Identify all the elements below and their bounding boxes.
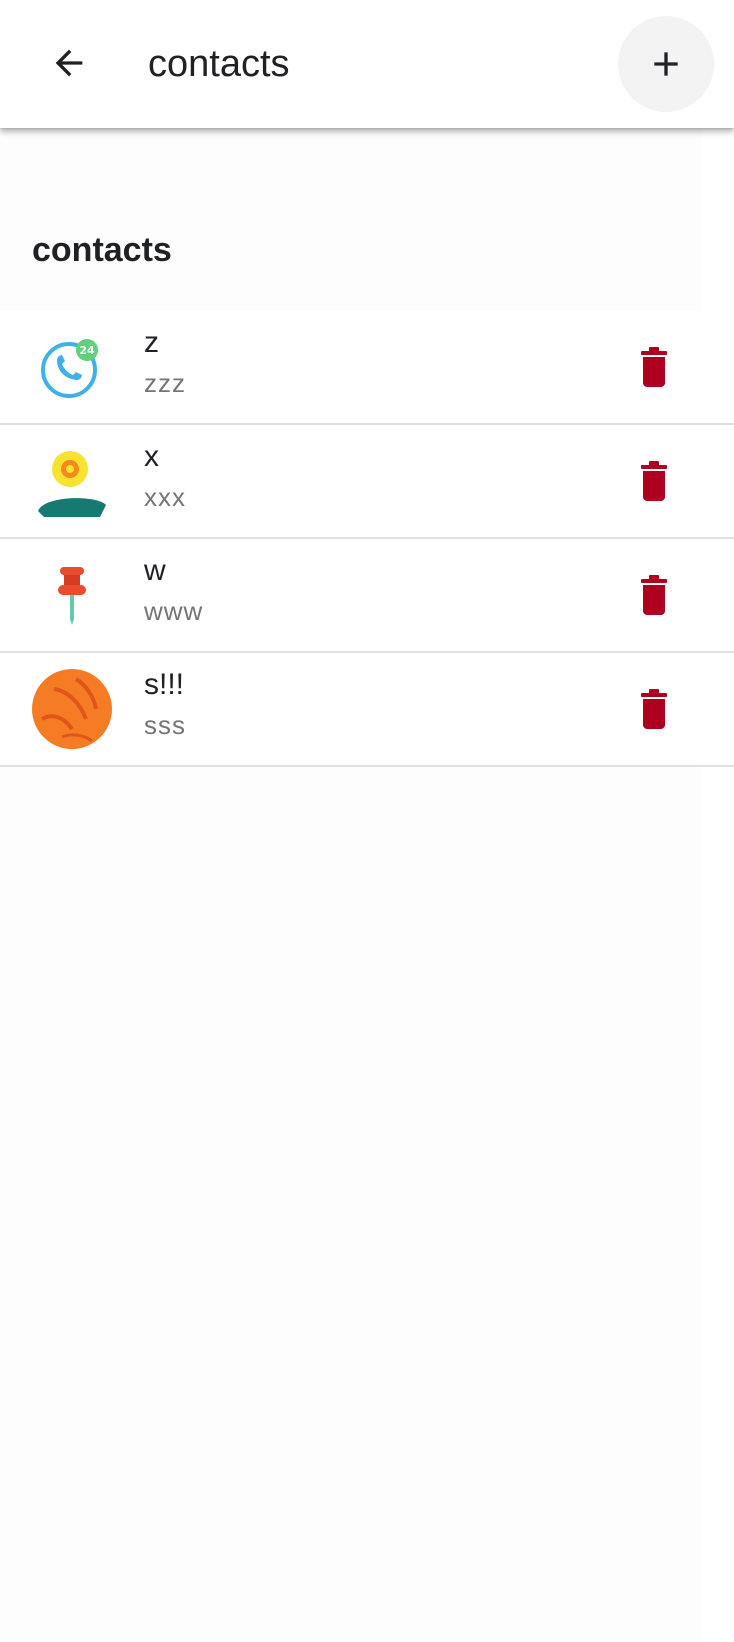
list-item[interactable]: w www [0,539,734,653]
section-heading: contacts [32,231,172,269]
avatar [32,555,112,635]
delete-button[interactable] [626,677,682,741]
avatar [32,441,112,521]
contacts-list: 24 z zzz x xxx w www s!!! sss [0,311,734,767]
edge-strip [701,0,734,1642]
contact-detail: www [144,596,204,626]
delete-button[interactable] [626,449,682,513]
contacts-screen: contacts contacts 24 z zzz x xxx w www s… [0,0,734,1642]
contact-name: s!!! [144,668,185,701]
trash-icon [641,689,667,729]
list-item[interactable]: 24 z zzz [0,311,734,425]
app-bar: contacts [0,0,734,128]
delete-button[interactable] [626,335,682,399]
contact-name: x [144,440,159,473]
delete-button[interactable] [626,563,682,627]
contact-detail: xxx [144,482,186,512]
flower-island-icon [38,451,106,517]
phone-24-icon: 24 [41,339,98,398]
page-title: contacts [148,43,290,85]
trash-icon [641,347,667,387]
list-item[interactable]: x xxx [0,425,734,539]
svg-text:24: 24 [79,344,95,357]
back-button[interactable] [30,24,108,102]
contact-name: z [144,326,159,359]
trash-icon [641,461,667,501]
arrow-left-icon [55,49,83,77]
avatar [32,669,112,749]
contact-name: w [144,554,166,587]
avatar: 24 [32,327,112,407]
plus-icon [654,52,678,76]
list-item[interactable]: s!!! sss [0,653,734,767]
add-contact-button[interactable] [618,16,714,112]
orange-ball-icon [32,669,112,749]
contact-detail: zzz [144,368,186,398]
trash-icon [641,575,667,615]
pushpin-icon [58,567,86,625]
contact-detail: sss [144,710,186,740]
